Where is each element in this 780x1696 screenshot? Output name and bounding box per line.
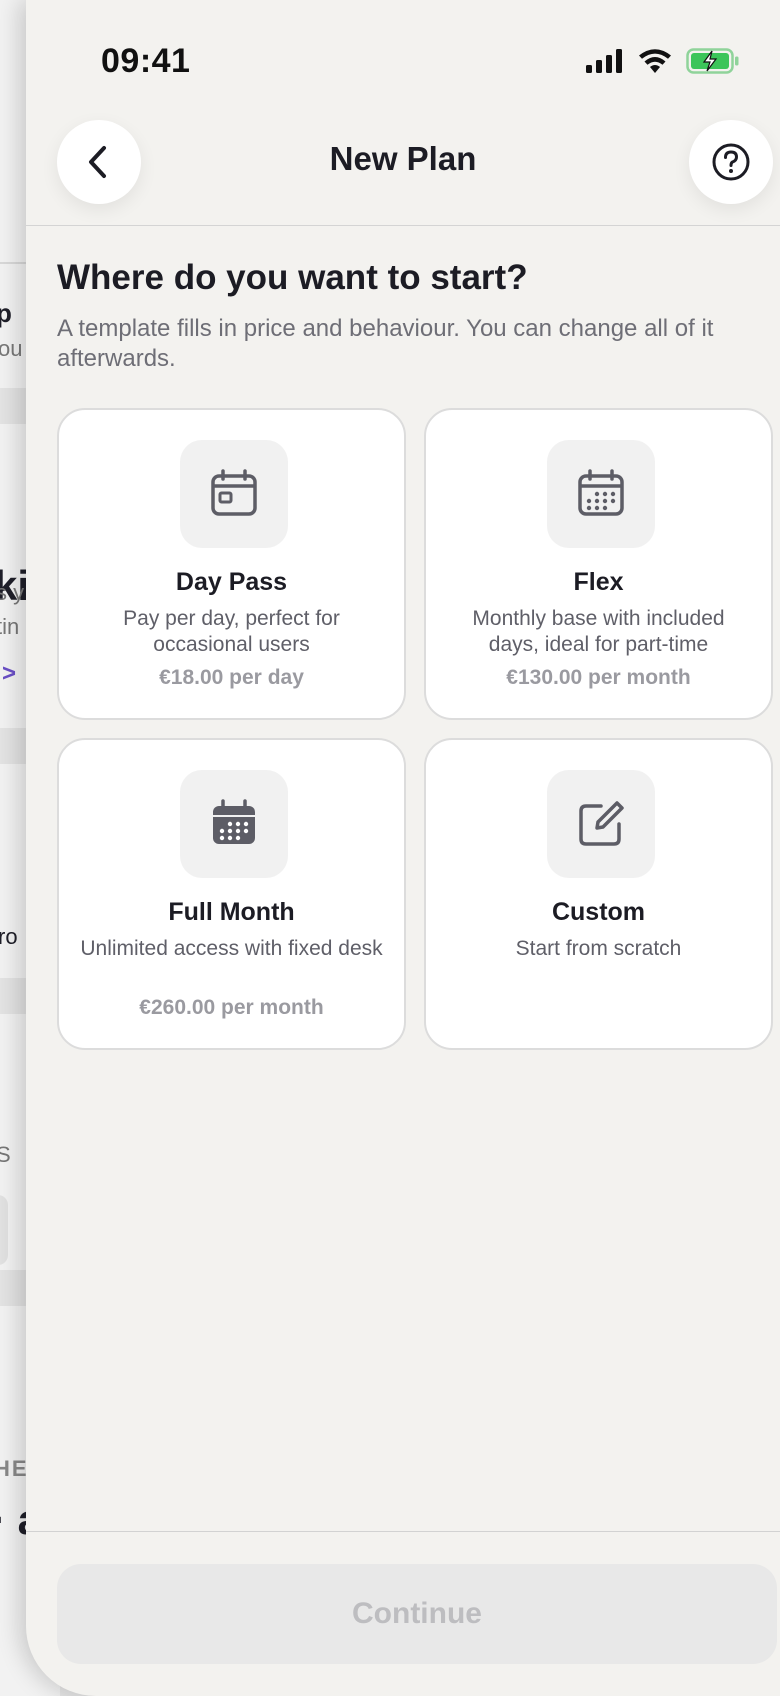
question-circle-icon [712, 143, 750, 181]
template-price: €130.00 per month [506, 666, 691, 689]
template-price: €18.00 per day [159, 666, 304, 689]
section-heading: Where do you want to start? [57, 258, 528, 297]
cellular-signal-icon [586, 49, 622, 73]
background-text: ro [0, 924, 18, 949]
background-text: p [0, 298, 12, 328]
navigation-header: New Plan [26, 110, 780, 226]
continue-button[interactable]: Continue [57, 1564, 777, 1664]
new-plan-sheet: 09:41 New Plan Where do you want to star… [26, 0, 780, 1696]
footer-bar: Continue [26, 1531, 780, 1696]
status-bar: 09:41 [26, 0, 780, 110]
template-card-flex[interactable]: Flex Monthly base with included days, id… [424, 408, 773, 720]
template-card-full-month[interactable]: Full Month Unlimited access with fixed d… [57, 738, 406, 1050]
background-text: S [0, 1142, 11, 1167]
page-title: New Plan [329, 140, 477, 177]
wifi-icon [639, 49, 671, 73]
section-description: A template fills in price and behaviour.… [57, 315, 714, 372]
calendar-grid-icon [578, 469, 624, 516]
template-title: Custom [551, 898, 646, 926]
battery-charging-icon [686, 48, 739, 74]
template-card-custom[interactable]: Custom Start from scratch [424, 738, 773, 1050]
icon-container [547, 440, 655, 548]
template-title: Flex [573, 568, 624, 596]
template-description: Unlimited access with fixed desk [80, 937, 383, 960]
icon-container [180, 770, 288, 878]
calendar-day-icon [211, 469, 257, 516]
template-card-day-pass[interactable]: Day Pass Pay per day, perfect for occasi… [57, 408, 406, 720]
chevron-right-icon: > [2, 660, 17, 687]
status-time: 09:41 [101, 42, 191, 80]
template-description: Monthly base with included days, ideal f… [472, 607, 725, 656]
help-button[interactable] [689, 120, 773, 204]
template-title: Day Pass [175, 568, 288, 596]
screen: p ou ki s y tin > ro vit S U HEA · a 09:… [0, 0, 780, 1696]
template-title: Full Month [168, 898, 295, 926]
background-input [0, 1195, 8, 1265]
template-price: €260.00 per month [139, 996, 324, 1019]
status-icons [586, 48, 740, 74]
background-text: tin [0, 614, 20, 639]
icon-container [180, 440, 288, 548]
background-text: s y [0, 580, 25, 605]
template-description: Start from scratch [515, 937, 682, 960]
calendar-filled-icon [213, 799, 255, 844]
icon-container [547, 770, 655, 878]
template-description: Pay per day, perfect for occasional user… [123, 607, 340, 656]
background-text: ou [0, 336, 23, 361]
edit-icon [579, 801, 624, 846]
